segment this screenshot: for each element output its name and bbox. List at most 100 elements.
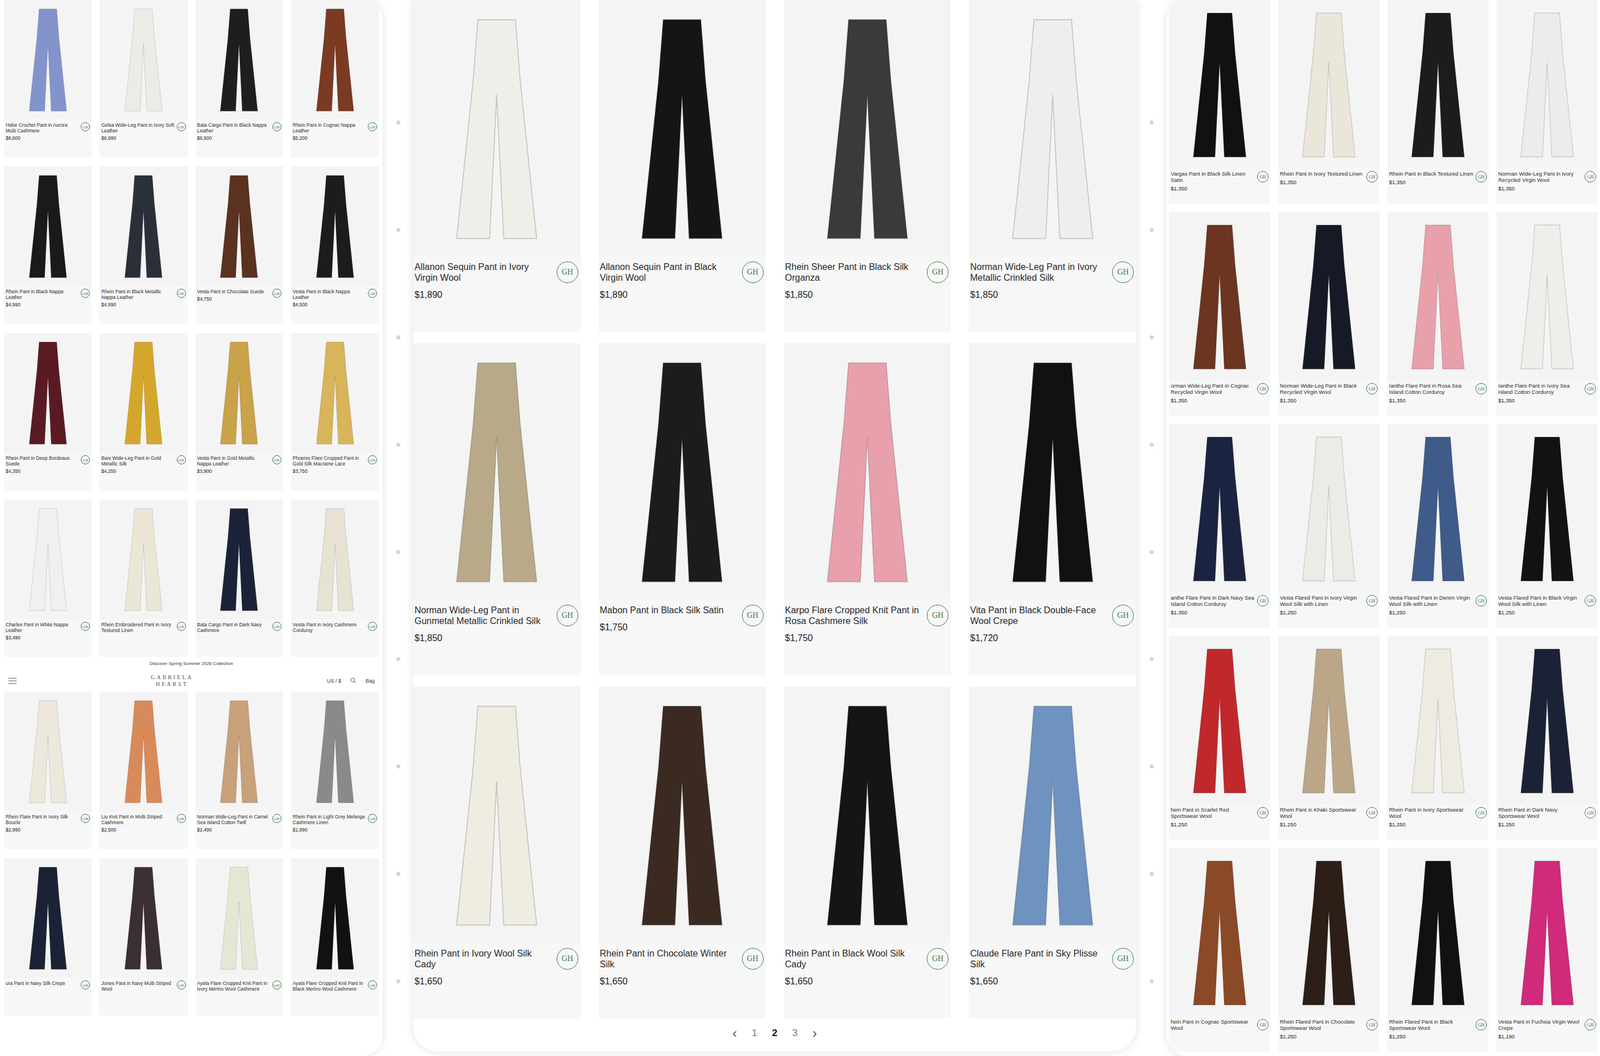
product-name[interactable]: Norman Wide-Leg Pant in Black Recycled V…	[1279, 383, 1365, 396]
product-image[interactable]	[968, 686, 1137, 943]
product-card[interactable]: Rhein Pant in Ivory Sportswear Wool $1,2…	[1387, 636, 1489, 841]
product-card[interactable]: Vesta Flared Pant in Ivory Virgin Wool S…	[1278, 424, 1380, 629]
product-name[interactable]: Rhein Pant in Ivory Textured Linen	[1279, 171, 1365, 178]
product-card[interactable]: Rhein Embroidered Pant in Ivory Textured…	[99, 499, 188, 658]
product-image[interactable]	[784, 686, 952, 943]
product-image[interactable]	[1496, 424, 1598, 593]
product-card[interactable]: Rhein Flare Pant in Ivory Silk Boucle $2…	[3, 691, 92, 850]
product-name[interactable]: Liu Knit Pant in Multi Striped Cashmere	[101, 814, 174, 826]
product-image[interactable]	[195, 166, 284, 286]
product-image[interactable]	[1496, 212, 1598, 381]
product-name[interactable]: hein Pant in Scarlet Red Sportswear Wool	[1170, 807, 1255, 820]
product-name[interactable]: Vesta Pant in Chocolate Suede	[197, 288, 271, 295]
product-image[interactable]	[1278, 848, 1380, 1017]
product-card[interactable]: Allanon Sequin Pant in Ivory Virgin Wool…	[413, 0, 581, 333]
product-name[interactable]: Bani Wide-Leg Pant in Gold Metallic Silk	[101, 455, 174, 467]
product-card[interactable]: Charles Pant in White Nappa Leather $3,4…	[3, 499, 92, 658]
product-name[interactable]: Rhein Flare Pant in Ivory Silk Boucle	[5, 814, 79, 826]
product-image[interactable]	[291, 333, 379, 453]
product-card[interactable]: Norman Wide-Leg Pant in Gunmetal Metalli…	[413, 343, 581, 676]
product-name[interactable]: Phoenix Flare Cropped Pant in Gold Silk …	[292, 455, 366, 467]
product-card[interactable]: Karpo Flare Cropped Knit Pant in Rosa Ca…	[784, 343, 952, 676]
product-card[interactable]: Rhein Pant in Light Grey Melange Cashmer…	[291, 691, 379, 850]
page-link[interactable]: 2	[772, 1028, 778, 1040]
product-name[interactable]: Vesta Flared Pant in Denim Virgin Wool S…	[1389, 595, 1474, 608]
product-card[interactable]: Norman Wide-Leg Pant in Camel Sea Island…	[195, 691, 284, 850]
product-card[interactable]: Jones Pant in Navy Multi Striped Wool GH	[99, 858, 188, 1017]
product-image[interactable]	[3, 858, 92, 978]
product-name[interactable]: Norman Wide-Leg Pant in Ivory Metallic C…	[970, 261, 1110, 284]
product-name[interactable]: Ianthe Flare Pant in Ivory Sea Island Co…	[1498, 383, 1583, 396]
product-card[interactable]: Rhein Pant in Dark Navy Sportswear Wool …	[1496, 636, 1598, 841]
product-name[interactable]: Allanon Sequin Pant in Black Virgin Wool	[599, 261, 740, 284]
product-image[interactable]	[99, 499, 188, 620]
product-name[interactable]: Vesta Flared Pant in Ivory Virgin Wool S…	[1279, 595, 1365, 608]
menu-icon[interactable]	[7, 677, 18, 685]
product-name[interactable]: Rhein Sheer Pant in Black Silk Organza	[785, 261, 926, 284]
product-image[interactable]	[413, 343, 581, 600]
product-name[interactable]: Rhein Pant in Khaki Sportswear Wool	[1279, 807, 1365, 820]
product-name[interactable]: Rhein Flared Pant in Black Sportswear Wo…	[1389, 1019, 1474, 1032]
product-image[interactable]	[195, 858, 284, 978]
product-name[interactable]: Ayala Flare Cropped Knit Pant in Black M…	[292, 980, 366, 993]
product-card[interactable]: Norman Wide-Leg Pant in Ivory Recycled V…	[1496, 0, 1598, 205]
product-card[interactable]: Vesta Flared Pant in Denim Virgin Wool S…	[1387, 424, 1489, 629]
product-card[interactable]: Rhein Pant in Black Textured Linen $1,35…	[1387, 0, 1489, 205]
product-name[interactable]: Rhein Pant in Deep Bordeaux Suede	[5, 455, 79, 467]
brand-logo[interactable]: GABRIELA HEARST	[147, 674, 196, 688]
product-image[interactable]	[291, 166, 379, 286]
product-name[interactable]: Norman Wide-Leg Pant in Ivory Recycled V…	[1498, 171, 1583, 184]
product-card[interactable]: Claude Flare Pant in Sky Plisse Silk $1,…	[968, 686, 1137, 1019]
product-name[interactable]: Rhein Pant in Light Grey Melange Cashmer…	[292, 814, 366, 826]
product-name[interactable]: Mabon Pant in Black Silk Satin	[599, 604, 740, 616]
product-card[interactable]: Norman Wide-Leg Pant in Ivory Metallic C…	[968, 0, 1137, 333]
product-image[interactable]	[598, 343, 766, 600]
product-image[interactable]	[99, 166, 188, 286]
product-name[interactable]: orman Wide-Leg Pant in Cognac Recycled V…	[1170, 383, 1255, 396]
product-image[interactable]	[968, 0, 1137, 256]
product-image[interactable]	[291, 499, 379, 620]
product-card[interactable]: Bata Cargo Pant in Dark Navy Cashmere GH	[195, 499, 284, 658]
product-name[interactable]: Hebe Crochet Pant in Aurora Multi Cashme…	[5, 122, 79, 134]
product-name[interactable]: Allanon Sequin Pant in Ivory Virgin Wool	[414, 261, 555, 284]
product-card[interactable]: Mabon Pant in Black Silk Satin $1,750 GH	[598, 343, 766, 676]
product-card[interactable]: Rhein Pant in Black Wool Silk Cady $1,65…	[784, 686, 952, 1019]
product-name[interactable]: Norman Wide-Leg Pant in Gunmetal Metalli…	[414, 604, 555, 627]
product-card[interactable]: Rhein Pant in Ivory Wool Silk Cady $1,65…	[413, 686, 581, 1019]
product-image[interactable]	[3, 0, 92, 120]
product-image[interactable]	[1496, 636, 1598, 805]
product-card[interactable]: ura Pant in Navy Silk Crepe GH	[3, 858, 92, 1017]
product-name[interactable]: Rhein Pant in Ivory Wool Silk Cady	[414, 948, 555, 971]
search-icon[interactable]	[350, 677, 357, 685]
product-name[interactable]: anthe Flare Pant in Dark Navy Sea Island…	[1170, 595, 1255, 608]
product-card[interactable]: Bata Cargo Pant in Black Nappa Leather $…	[195, 0, 284, 158]
product-image[interactable]	[3, 691, 92, 812]
product-image[interactable]	[1496, 0, 1598, 169]
product-card[interactable]: anthe Flare Pant in Dark Navy Sea Island…	[1169, 424, 1271, 629]
product-image[interactable]	[413, 686, 581, 943]
product-card[interactable]: Vita Pant in Black Double-Face Wool Crep…	[968, 343, 1137, 676]
product-card[interactable]: Vesta Pant in Chocolate Suede $4,750 GH	[195, 166, 284, 325]
product-name[interactable]: Vargas Pant in Black Silk Linen Satin	[1170, 171, 1255, 184]
product-image[interactable]	[1387, 424, 1489, 593]
product-name[interactable]: Vesta Flared Pant in Black Virgin Wool S…	[1498, 595, 1583, 608]
product-image[interactable]	[598, 0, 766, 256]
product-image[interactable]	[784, 0, 952, 256]
product-name[interactable]: Rhein Pant in Dark Navy Sportswear Wool	[1498, 807, 1583, 820]
product-image[interactable]	[1387, 0, 1489, 169]
product-image[interactable]	[1387, 212, 1489, 381]
product-name[interactable]: Claude Flare Pant in Sky Plisse Silk	[970, 948, 1110, 971]
product-image[interactable]	[1169, 0, 1271, 169]
product-card[interactable]: Bani Wide-Leg Pant in Gold Metallic Silk…	[99, 333, 188, 491]
product-card[interactable]: orman Wide-Leg Pant in Cognac Recycled V…	[1169, 212, 1271, 417]
product-name[interactable]: Vita Pant in Black Double-Face Wool Crep…	[970, 604, 1110, 627]
product-image[interactable]	[1169, 212, 1271, 381]
product-image[interactable]	[784, 343, 952, 600]
product-image[interactable]	[1278, 424, 1380, 593]
product-card[interactable]: Rhein Pant in Black Metallic Nappa Leath…	[99, 166, 188, 325]
product-image[interactable]	[195, 499, 284, 620]
product-image[interactable]	[413, 0, 581, 256]
product-name[interactable]: hein Pant in Cognac Sportswear Wool	[1170, 1019, 1255, 1032]
product-image[interactable]	[1278, 0, 1380, 169]
product-card[interactable]: Vargas Pant in Black Silk Linen Satin $1…	[1169, 0, 1271, 205]
